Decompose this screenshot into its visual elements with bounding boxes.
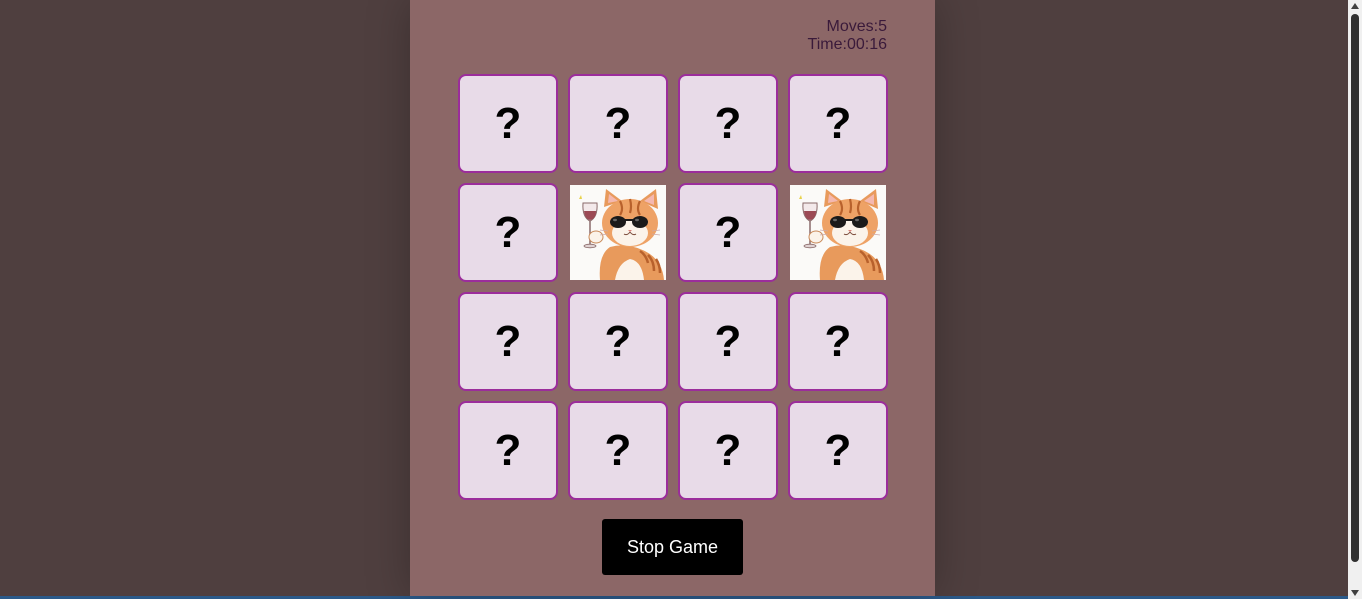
timer: Time:00:16 <box>807 36 887 53</box>
scroll-up-arrow-icon[interactable] <box>1351 3 1359 9</box>
stop-game-button[interactable]: Stop Game <box>602 519 743 575</box>
card-question-mark: ? <box>824 425 852 475</box>
memory-card[interactable]: ? <box>458 292 558 391</box>
game-stats: Moves:5 Time:00:16 <box>808 18 887 54</box>
memory-card[interactable]: ? <box>458 401 558 500</box>
card-question-mark: ? <box>714 98 742 148</box>
memory-card[interactable]: ? <box>458 74 558 173</box>
card-question-mark: ? <box>824 98 852 148</box>
vertical-scrollbar[interactable] <box>1348 0 1362 599</box>
memory-card[interactable]: ? <box>568 74 668 173</box>
cat-sunglasses-wine-icon <box>790 185 886 280</box>
card-question-mark: ? <box>604 425 632 475</box>
memory-card[interactable]: ? <box>678 292 778 391</box>
game-panel: Moves:5 Time:00:16 ????? ? ? ? ? ? ? ? ?… <box>410 0 935 596</box>
memory-card[interactable]: ? <box>788 74 888 173</box>
card-question-mark: ? <box>604 316 632 366</box>
card-question-mark: ? <box>494 207 522 257</box>
memory-card[interactable]: ? <box>568 401 668 500</box>
memory-card[interactable]: ? <box>678 74 778 173</box>
card-question-mark: ? <box>714 207 742 257</box>
card-question-mark: ? <box>714 425 742 475</box>
memory-card[interactable]: ? <box>788 401 888 500</box>
scroll-thumb[interactable] <box>1351 14 1359 562</box>
memory-card[interactable]: ? <box>788 292 888 391</box>
memory-card[interactable]: ? <box>678 401 778 500</box>
card-question-mark: ? <box>824 316 852 366</box>
moves-counter: Moves:5 <box>826 18 887 35</box>
memory-card[interactable]: ? <box>568 292 668 391</box>
memory-card[interactable] <box>788 183 888 282</box>
card-question-mark: ? <box>494 425 522 475</box>
scroll-down-arrow-icon[interactable] <box>1351 590 1359 596</box>
memory-card[interactable] <box>568 183 668 282</box>
memory-card[interactable]: ? <box>678 183 778 282</box>
card-question-mark: ? <box>714 316 742 366</box>
card-grid: ????? ? ???? ? ? ? ? <box>458 74 888 500</box>
cat-sunglasses-wine-icon <box>570 185 666 280</box>
card-question-mark: ? <box>494 316 522 366</box>
card-question-mark: ? <box>494 98 522 148</box>
card-question-mark: ? <box>604 98 632 148</box>
memory-card[interactable]: ? <box>458 183 558 282</box>
